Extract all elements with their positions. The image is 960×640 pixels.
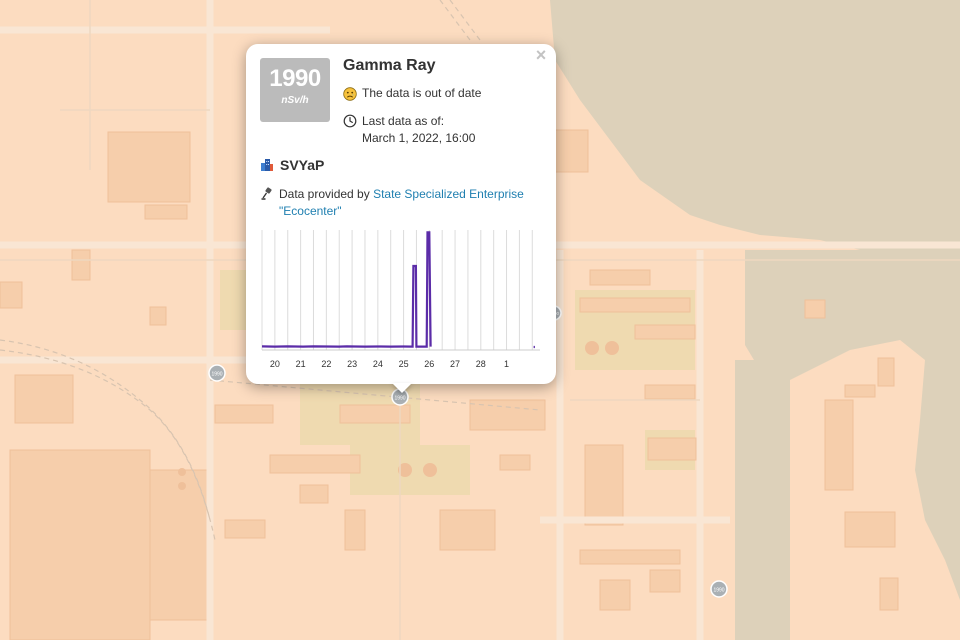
provider-prefix: Data provided by (279, 187, 370, 201)
chart-x-tick-label: 22 (321, 359, 331, 369)
popup-title: Gamma Ray (343, 57, 436, 74)
chart-x-tick-label: 26 (424, 359, 434, 369)
map-marker-label: 1990 (211, 372, 222, 378)
chart-x-tick-label: 23 (347, 359, 357, 369)
chart-x-tick-label: 21 (296, 359, 306, 369)
last-data-label: Last data as of: (362, 114, 445, 128)
provider-row: Data provided by State Specialized Enter… (260, 186, 540, 220)
network-name: SVYaP (280, 157, 325, 173)
close-button[interactable]: × (532, 46, 550, 64)
chart-x-tick-label: 24 (373, 359, 383, 369)
reading-value: 1990 (269, 65, 321, 92)
reading-badge: 1990 nSv/h (260, 58, 330, 122)
chart-x-tick-label: 20 (270, 359, 280, 369)
popup-pointer (392, 383, 412, 393)
reading-unit: nSv/h (281, 95, 309, 106)
chart-x-tick-label: 25 (399, 359, 409, 369)
station-popup: × 1990 nSv/h Gamma Ray The data is out o… (246, 44, 556, 384)
chart-x-axis: 20 21 22 23 24 25 26 27 28 1 (270, 359, 509, 369)
map-marker-1[interactable]: 1990 (208, 364, 226, 382)
map-marker-label: 1990 (394, 396, 405, 402)
last-data-row: Last data as of: March 1, 2022, 16:00 (343, 113, 475, 147)
map-marker-label: 1990 (713, 588, 724, 594)
sad-face-icon (343, 87, 357, 101)
radiation-chart[interactable]: 20 21 22 23 24 25 26 27 28 1 (260, 224, 544, 374)
chart-x-tick-label: 1 (504, 359, 509, 369)
chart-x-tick-label: 28 (476, 359, 486, 369)
status-text: The data is out of date (362, 86, 482, 100)
last-data-value: March 1, 2022, 16:00 (362, 131, 476, 145)
clock-icon (343, 114, 357, 128)
status-row: The data is out of date (343, 86, 481, 101)
building-icon (261, 159, 273, 171)
chart-x-tick-label: 27 (450, 359, 460, 369)
network-row: SVYaP (260, 157, 324, 173)
microphone-icon (261, 187, 272, 200)
map-marker-4[interactable]: 1990 (710, 580, 728, 598)
water-channel (735, 360, 790, 640)
chart-grid (261, 230, 540, 351)
